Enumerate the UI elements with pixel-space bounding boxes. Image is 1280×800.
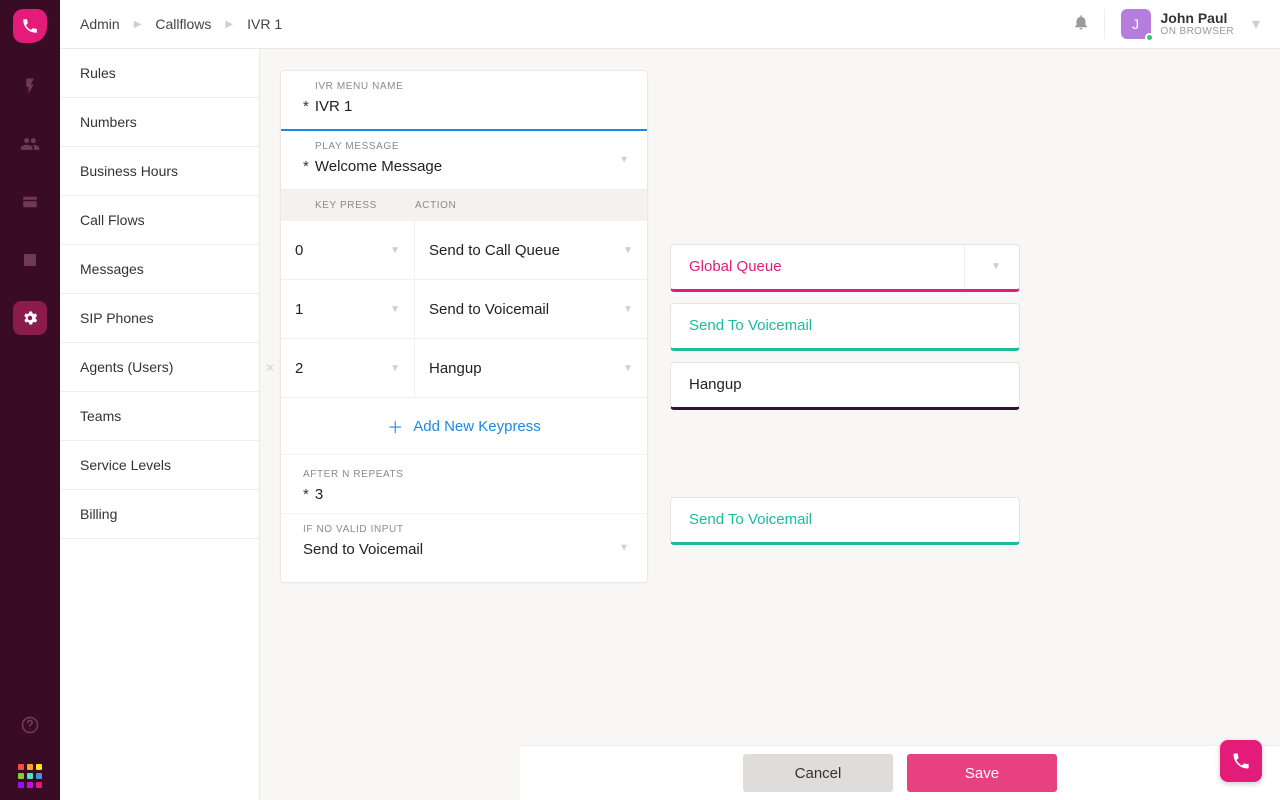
no-valid-input-label: IF NO VALID INPUT [303, 524, 625, 535]
card-icon[interactable] [13, 185, 47, 219]
breadcrumb-admin[interactable]: Admin [80, 16, 120, 32]
keypress-action-select[interactable]: Send to Voicemail▼ [415, 280, 647, 338]
keypress-key-select[interactable]: 1▼ [281, 280, 415, 338]
keypress-rows: 0▼ Send to Call Queue▼ 1▼ Send to Voicem… [281, 221, 647, 398]
sidebar-item-rules[interactable]: Rules [60, 49, 259, 98]
keypress-key-select[interactable]: 2▼ [281, 339, 415, 397]
node-voicemail-fallback[interactable]: Send To Voicemail [670, 497, 1020, 545]
breadcrumb-current: IVR 1 [247, 16, 282, 32]
chevron-down-icon: ▼ [613, 245, 633, 256]
breadcrumb: Admin ▶ Callflows ▶ IVR 1 [80, 16, 282, 32]
settings-icon[interactable] [13, 301, 47, 335]
notifications-icon[interactable] [1072, 13, 1090, 36]
add-keypress-button[interactable]: ＋ Add New Keypress [281, 398, 647, 455]
ivr-name-value: IVR 1 [315, 98, 353, 115]
presence-indicator [1145, 33, 1154, 42]
play-message-value: Welcome Message [315, 158, 442, 175]
flow-nodes: Global Queue ▼ Send To Voicemail Hangup … [670, 70, 1020, 550]
apps-icon[interactable] [18, 764, 42, 788]
after-repeats-section[interactable]: AFTER N REPEATS *3 [281, 455, 647, 514]
chevron-down-icon: ▼ [380, 304, 400, 315]
chevron-right-icon: ▶ [225, 19, 233, 30]
avatar: J [1121, 9, 1151, 39]
keypress-key-select[interactable]: 0▼ [281, 221, 415, 279]
sidebar-item-agents[interactable]: Agents (Users) [60, 343, 259, 392]
chevron-down-icon: ▾ [1252, 14, 1260, 34]
ivr-card: IVR MENU NAME *IVR 1 PLAY MESSAGE *Welco… [280, 70, 648, 583]
plus-icon: ＋ [387, 414, 403, 438]
ivr-name-section[interactable]: IVR MENU NAME *IVR 1 [281, 71, 647, 131]
dialer-fab[interactable] [1220, 740, 1262, 782]
keypress-row: 0▼ Send to Call Queue▼ [281, 221, 647, 280]
content-area: IVR MENU NAME *IVR 1 PLAY MESSAGE *Welco… [260, 0, 1280, 800]
main-pane: IVR MENU NAME *IVR 1 PLAY MESSAGE *Welco… [260, 0, 1280, 800]
chevron-down-icon: ▼ [991, 261, 1001, 272]
after-repeats-value: 3 [315, 486, 323, 503]
user-status: ON BROWSER [1161, 26, 1234, 37]
node-hangup[interactable]: Hangup [670, 362, 1020, 410]
settings-sidebar: Rules Numbers Business Hours Call Flows … [60, 0, 260, 800]
sidebar-item-call-flows[interactable]: Call Flows [60, 196, 259, 245]
keypress-header: KEY PRESS ACTION [281, 190, 647, 221]
node-call-queue[interactable]: Global Queue ▼ [670, 244, 1020, 292]
chevron-down-icon: ▼ [613, 363, 633, 374]
reports-icon[interactable] [13, 243, 47, 277]
save-button[interactable]: Save [907, 754, 1057, 792]
sidebar-item-billing[interactable]: Billing [60, 490, 259, 539]
top-bar: Admin ▶ Callflows ▶ IVR 1 J John Paul ON… [60, 0, 1280, 49]
after-repeats-label: AFTER N REPEATS [303, 469, 625, 480]
keypress-row: ✕ 2▼ Hangup▼ [281, 339, 647, 398]
chevron-down-icon: ▼ [613, 304, 633, 315]
sidebar-item-messages[interactable]: Messages [60, 245, 259, 294]
breadcrumb-callflows[interactable]: Callflows [155, 16, 211, 32]
sidebar-item-sip-phones[interactable]: SIP Phones [60, 294, 259, 343]
keypress-action-select[interactable]: Hangup▼ [415, 339, 647, 397]
flash-icon[interactable] [13, 69, 47, 103]
chevron-down-icon: ▼ [619, 155, 629, 166]
user-menu[interactable]: J John Paul ON BROWSER ▾ [1104, 9, 1260, 39]
sidebar-item-service-levels[interactable]: Service Levels [60, 441, 259, 490]
people-icon[interactable] [13, 127, 47, 161]
chevron-down-icon: ▼ [619, 543, 629, 554]
chevron-down-icon: ▼ [380, 245, 400, 256]
sidebar-item-numbers[interactable]: Numbers [60, 98, 259, 147]
play-message-section[interactable]: PLAY MESSAGE *Welcome Message ▼ [281, 131, 647, 190]
cancel-button[interactable]: Cancel [743, 754, 893, 792]
remove-row-icon[interactable]: ✕ [265, 361, 275, 375]
sidebar-item-teams[interactable]: Teams [60, 392, 259, 441]
app-logo[interactable] [13, 9, 47, 43]
no-valid-input-value: Send to Voicemail [303, 541, 423, 558]
keypress-row: 1▼ Send to Voicemail▼ [281, 280, 647, 339]
chevron-right-icon: ▶ [134, 19, 142, 30]
play-message-label: PLAY MESSAGE [315, 141, 625, 152]
node-voicemail[interactable]: Send To Voicemail [670, 303, 1020, 351]
keypress-action-select[interactable]: Send to Call Queue▼ [415, 221, 647, 279]
no-valid-input-section[interactable]: IF NO VALID INPUT Send to Voicemail ▼ [281, 514, 647, 582]
chevron-down-icon: ▼ [380, 363, 400, 374]
footer-bar: Cancel Save [520, 745, 1280, 800]
sidebar-item-business-hours[interactable]: Business Hours [60, 147, 259, 196]
help-icon[interactable] [13, 708, 47, 742]
user-name: John Paul [1161, 11, 1234, 26]
ivr-name-label: IVR MENU NAME [315, 81, 625, 92]
nav-rail [0, 0, 60, 800]
